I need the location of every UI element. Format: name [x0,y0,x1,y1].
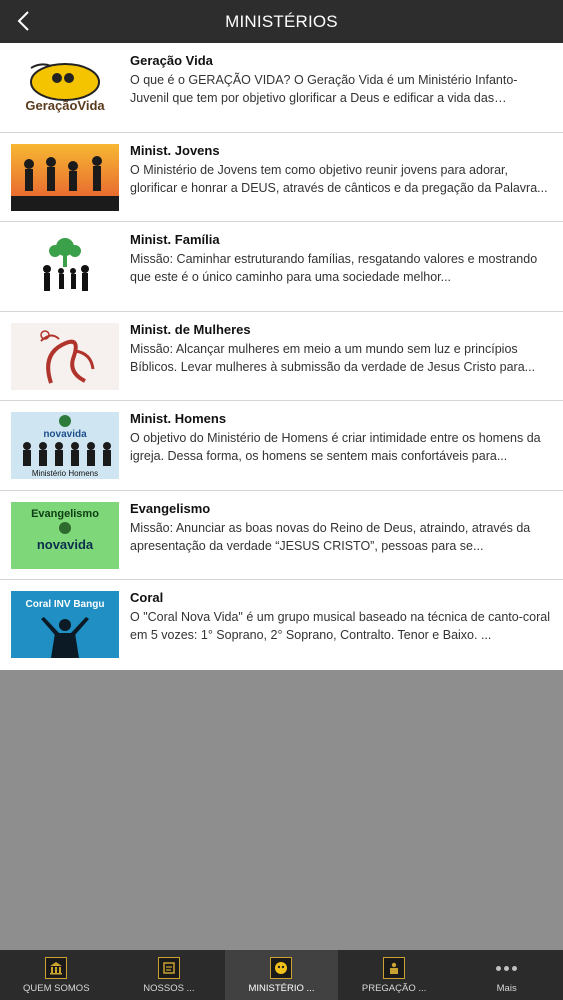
chevron-left-icon [17,11,29,31]
tab-label: PREGAÇÃO ... [361,983,427,994]
list-item-jovens[interactable]: Minist. Jovens O Ministério de Jovens te… [0,133,563,222]
tab-label: NOSSOS ... [143,983,195,994]
item-title: Minist. Homens [130,411,227,426]
tab-pregacao[interactable]: PREGAÇÃO ... [338,950,451,1000]
page-title: MINISTÉRIOS [225,11,338,31]
tab-label: Mais [496,983,517,994]
item-title: Minist. de Mulheres [130,321,251,337]
tab-label: MINISTÉRIO ... [248,983,315,994]
svg-text:Ministério Homens: Ministério Homens [32,469,98,478]
item-description: O que é o GERAÇÃO VIDA? O Geração Vida é… [130,73,518,105]
svg-text:GeraçãoVida: GeraçãoVida [25,98,105,113]
more-icon [496,957,518,979]
item-title: Coral [130,590,164,605]
list-item-geracao-vida[interactable]: GeraçãoVida Geração Vida O que é o GERAÇ… [0,43,563,133]
thumbnail-coral: Coral INV Bangu [11,591,119,658]
svg-text:novavida: novavida [37,537,94,552]
tab-label: QUEM SOMOS [23,983,90,994]
thumbnail-familia [11,233,119,300]
ministries-list: GeraçãoVida Geração Vida O que é o GERAÇ… [0,43,563,670]
tab-mais[interactable]: Mais [450,950,563,1000]
item-description: Missão: Caminhar estruturando famílias, … [130,252,538,284]
list-item-mulheres[interactable]: Minist. de Mulheres Missão: Alcançar mul… [0,312,563,401]
list-item-evangelismo[interactable]: Evangelismo novavida Evangelismo Missão:… [0,491,563,580]
item-description: Missão: Alcançar mulheres em meio a um m… [130,341,536,374]
item-title: Minist. Jovens [130,142,220,158]
item-description: O "Coral Nova Vida" é um grupo musical b… [130,610,550,642]
book-icon [157,957,180,979]
svg-text:Evangelismo: Evangelismo [31,508,99,520]
group-icon [270,957,293,979]
thumbnail-evangelismo: Evangelismo novavida [11,501,119,569]
back-button[interactable] [6,4,40,38]
thumbnail-mulheres [11,322,119,390]
tab-quem-somos[interactable]: QUEM SOMOS [0,950,113,1000]
item-description: Missão: Anunciar as boas novas do Reino … [130,520,531,553]
thumbnail-jovens [11,143,119,211]
tab-ministerios[interactable]: MINISTÉRIO ... [225,950,338,1000]
list-item-familia[interactable]: Minist. Família Missão: Caminhar estrutu… [0,222,563,312]
thumbnail-homens: novavida Ministério Homens [11,412,119,479]
item-description: O objetivo do Ministério de Homens é cri… [130,431,541,463]
tab-nossos[interactable]: NOSSOS ... [113,950,226,1000]
top-bar: MINISTÉRIOS [0,0,563,43]
bottom-tab-bar: QUEM SOMOS NOSSOS ... MINISTÉRIO ... PRE… [0,950,563,1000]
thumbnail-geracao-vida: GeraçãoVida [11,54,119,121]
svg-text:novavida: novavida [43,429,87,440]
item-title: Minist. Família [130,232,220,247]
svg-text:Coral INV Bangu: Coral INV Bangu [26,599,105,610]
list-item-coral[interactable]: Coral INV Bangu Coral O "Coral Nova Vida… [0,580,563,670]
pulpit-icon [383,957,406,979]
item-description: O Ministério de Jovens tem como objetivo… [130,162,548,195]
item-title: Geração Vida [130,53,213,68]
item-title: Evangelismo [130,500,211,516]
list-item-homens[interactable]: novavida Ministério Homens Minist. Homen… [0,401,563,491]
building-icon [45,957,68,979]
